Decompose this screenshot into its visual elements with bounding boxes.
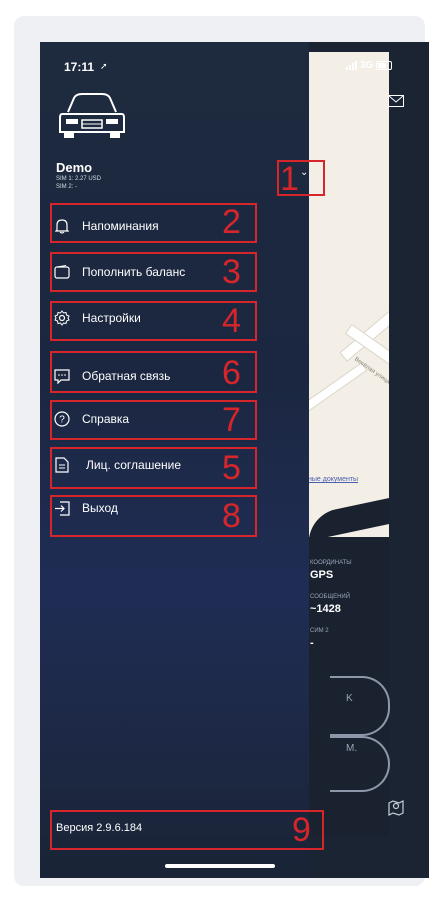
map-pin-icon[interactable] (387, 798, 405, 816)
sim1-balance: SIM 1: 2.27 USD (56, 176, 102, 182)
battery-icon (376, 61, 393, 70)
annotation-number-9: 9 (292, 811, 311, 849)
annotation-number-2: 2 (222, 203, 241, 241)
signal-icon (346, 61, 357, 70)
location-arrow-icon: ➚ (100, 61, 108, 71)
annotation-box-9 (50, 810, 324, 850)
dial-text-2: M. (346, 743, 358, 754)
dial-button-1[interactable] (330, 676, 390, 736)
dial-button-2[interactable] (330, 736, 390, 792)
documents-link[interactable]: ные документы (308, 476, 358, 483)
home-indicator (165, 864, 275, 868)
annotation-number-5: 5 (222, 449, 241, 487)
status-indicators: 3G (346, 60, 393, 71)
annotation-number-3: 3 (222, 253, 241, 291)
network-label: 3G (360, 60, 374, 71)
annotation-number-6: 6 (222, 354, 241, 392)
annotation-number-8: 8 (222, 497, 241, 535)
car-icon (59, 93, 125, 138)
sim2-balance: SIM 2: - (56, 184, 78, 190)
map-view[interactable]: Весёлая улица (309, 52, 389, 537)
annotation-number-7: 7 (222, 401, 241, 439)
messages-value: ~1428 (310, 603, 341, 615)
coords-label: координаты (310, 560, 352, 566)
dial-text-1: K (346, 693, 353, 704)
annotation-number-4: 4 (222, 302, 241, 340)
sim2-label: сим 2 (310, 628, 329, 634)
user-name: Demo (56, 160, 93, 175)
annotation-number-1: 1 (280, 160, 299, 198)
sim2-value: - (310, 637, 314, 649)
mail-icon[interactable] (388, 95, 404, 107)
coords-value: GPS (310, 569, 334, 581)
messages-label: сообщений (310, 594, 351, 600)
status-time: 17:11 (64, 60, 95, 74)
